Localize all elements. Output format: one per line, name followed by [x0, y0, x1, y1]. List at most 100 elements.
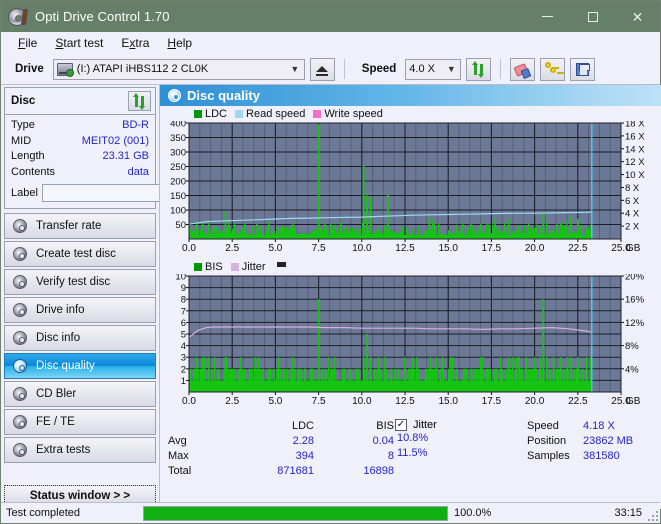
jitter-checkbox[interactable]: ✓ — [395, 419, 407, 431]
keys-button[interactable] — [540, 57, 566, 81]
svg-text:4 X: 4 X — [625, 209, 640, 220]
menu-start-test[interactable]: Start test — [46, 34, 112, 52]
disc-row-mid: MID MEIT02 (001) — [11, 134, 149, 150]
close-icon: ✕ — [631, 8, 644, 25]
svg-text:400: 400 — [170, 121, 186, 130]
disc-icon — [13, 275, 27, 289]
minimize-button[interactable] — [525, 1, 570, 32]
toolbar-divider-2 — [500, 59, 502, 79]
drive-select[interactable]: (I:) ATAPI iHBS112 2 CL0K ▼ — [52, 58, 305, 80]
bis-chart-legend: BIS Jitter — [160, 260, 661, 274]
disc-contents-key: Contents — [11, 165, 56, 178]
disc-refresh-button[interactable] — [128, 91, 151, 111]
close-button[interactable]: ✕ — [615, 1, 660, 32]
disc-info-rows: Type BD-R MID MEIT02 (001) Length 23.31 … — [5, 115, 251, 208]
svg-text:7.5: 7.5 — [312, 243, 326, 254]
progress-bar — [143, 505, 448, 521]
window-title: Opti Drive Control 1.70 — [35, 9, 170, 24]
svg-text:15.0: 15.0 — [438, 243, 458, 254]
menu-file[interactable]: File — [9, 34, 46, 52]
disc-icon — [13, 247, 27, 261]
svg-text:7.5: 7.5 — [312, 396, 326, 407]
disc-icon — [13, 219, 27, 233]
ldc-chart-svg[interactable]: 50 100 150 200 250 300 350 400 2 X 4 X 6 X 8 X 10 X 1… — [160, 119, 659, 257]
legend-swatch-icon — [194, 263, 202, 271]
drive-icon — [56, 62, 74, 77]
sidebar-item-disc-quality[interactable]: Disc quality — [4, 353, 156, 379]
svg-text:20.0: 20.0 — [525, 243, 545, 254]
legend-label: Jitter — [241, 261, 266, 273]
sidebar-item-create-test-disc[interactable]: Create test disc — [4, 241, 156, 267]
sidebar-item-fe-te[interactable]: FE / TE — [4, 409, 156, 435]
samples-key: Samples — [527, 450, 570, 462]
resize-grip[interactable] — [648, 511, 658, 521]
svg-text:10.0: 10.0 — [352, 396, 372, 407]
menu-start-test-label: tart test — [63, 36, 104, 50]
speed-select[interactable]: 4.0 X ▼ — [405, 58, 462, 80]
stats-row-max: Max 394 8 — [168, 449, 395, 464]
erase-button[interactable] — [510, 57, 536, 81]
legend-write-speed: Write speed — [313, 108, 383, 120]
sidebar-item-label: Transfer rate — [36, 220, 102, 232]
svg-text:10 X: 10 X — [625, 170, 645, 181]
svg-text:6: 6 — [181, 318, 186, 329]
sidebar-item-verify-test-disc[interactable]: Verify test disc — [4, 269, 156, 295]
jitter-avg-value: 10.8% — [397, 432, 429, 444]
svg-text:250: 250 — [170, 162, 186, 173]
svg-text:22.5: 22.5 — [568, 396, 588, 407]
panel-header: Disc quality — [160, 85, 661, 106]
position-key: Position — [527, 435, 567, 447]
svg-text:2 X: 2 X — [625, 222, 640, 233]
progress-percent: 100.0% — [454, 507, 492, 519]
legend-label: Read speed — [246, 108, 306, 120]
menu-help[interactable]: Help — [158, 34, 201, 52]
svg-text:100: 100 — [170, 206, 186, 217]
disc-icon — [13, 303, 27, 317]
sidebar-item-label: Disc info — [36, 332, 81, 344]
stats-area: LDC BIS Avg 2.28 0.04 Max 394 8 Total 87… — [160, 413, 661, 509]
minimize-icon — [542, 16, 553, 17]
sidebar-item-extra-tests[interactable]: Extra tests — [4, 437, 156, 463]
svg-text:350: 350 — [170, 133, 186, 144]
stats-total-bis: 16898 — [363, 465, 394, 477]
sidebar-item-transfer-rate[interactable]: Transfer rate — [4, 213, 156, 239]
disc-icon — [13, 387, 27, 401]
toolbar: Drive (I:) ATAPI iHBS112 2 CL0K ▼ Speed … — [1, 54, 660, 85]
disc-label-key: Label — [11, 187, 38, 199]
legend-swatch-icon — [235, 110, 244, 118]
svg-text:20.0: 20.0 — [525, 396, 545, 407]
refresh-icon — [132, 92, 147, 110]
bis-chart-svg[interactable]: 12345678910 4% 8% 12% 16% 20% 0.0 2.5 5.0 7.5 10.0… — [160, 272, 659, 410]
disc-length-key: Length — [11, 150, 45, 162]
charts-area: LDC Read speed Write speed 50 100 150 200 25… — [160, 106, 661, 413]
svg-text:5.0: 5.0 — [268, 243, 282, 254]
sidebar-item-drive-info[interactable]: Drive info — [4, 297, 156, 323]
menu-bar: File Start test Extra Help — [1, 32, 660, 54]
main-body: Disc Type BD-R MID MEIT02 (001) Length 2… — [1, 85, 661, 509]
svg-text:10.0: 10.0 — [352, 243, 372, 254]
legend-swatch-icon — [194, 110, 202, 118]
menu-extra[interactable]: Extra — [112, 34, 158, 52]
legend-marker-icon — [276, 262, 286, 267]
menu-help-label: elp — [176, 36, 193, 50]
position-value: 23862 MB — [583, 435, 634, 447]
svg-text:17.5: 17.5 — [482, 243, 502, 254]
svg-text:12 X: 12 X — [625, 157, 645, 168]
samples-row: Samples 381580 — [527, 449, 661, 464]
refresh-button[interactable] — [466, 57, 492, 81]
stats-row-total: Total 871681 16898 — [168, 464, 395, 479]
maximize-button[interactable] — [570, 1, 615, 32]
stats-total-ldc: 871681 — [277, 465, 314, 477]
sidebar-item-disc-info[interactable]: Disc info — [4, 325, 156, 351]
svg-text:150: 150 — [170, 191, 186, 202]
sidebar-item-cd-bler[interactable]: CD Bler — [4, 381, 156, 407]
progress-bar-fill — [144, 506, 447, 520]
eject-button[interactable] — [309, 57, 335, 81]
toolbar-divider — [343, 59, 345, 79]
sidebar: Disc Type BD-R MID MEIT02 (001) Length 2… — [1, 85, 251, 509]
svg-text:22.5: 22.5 — [568, 243, 588, 254]
legend-bis: BIS — [194, 261, 223, 273]
elapsed-time: 33:15 — [614, 507, 642, 519]
save-button[interactable] — [570, 57, 596, 81]
